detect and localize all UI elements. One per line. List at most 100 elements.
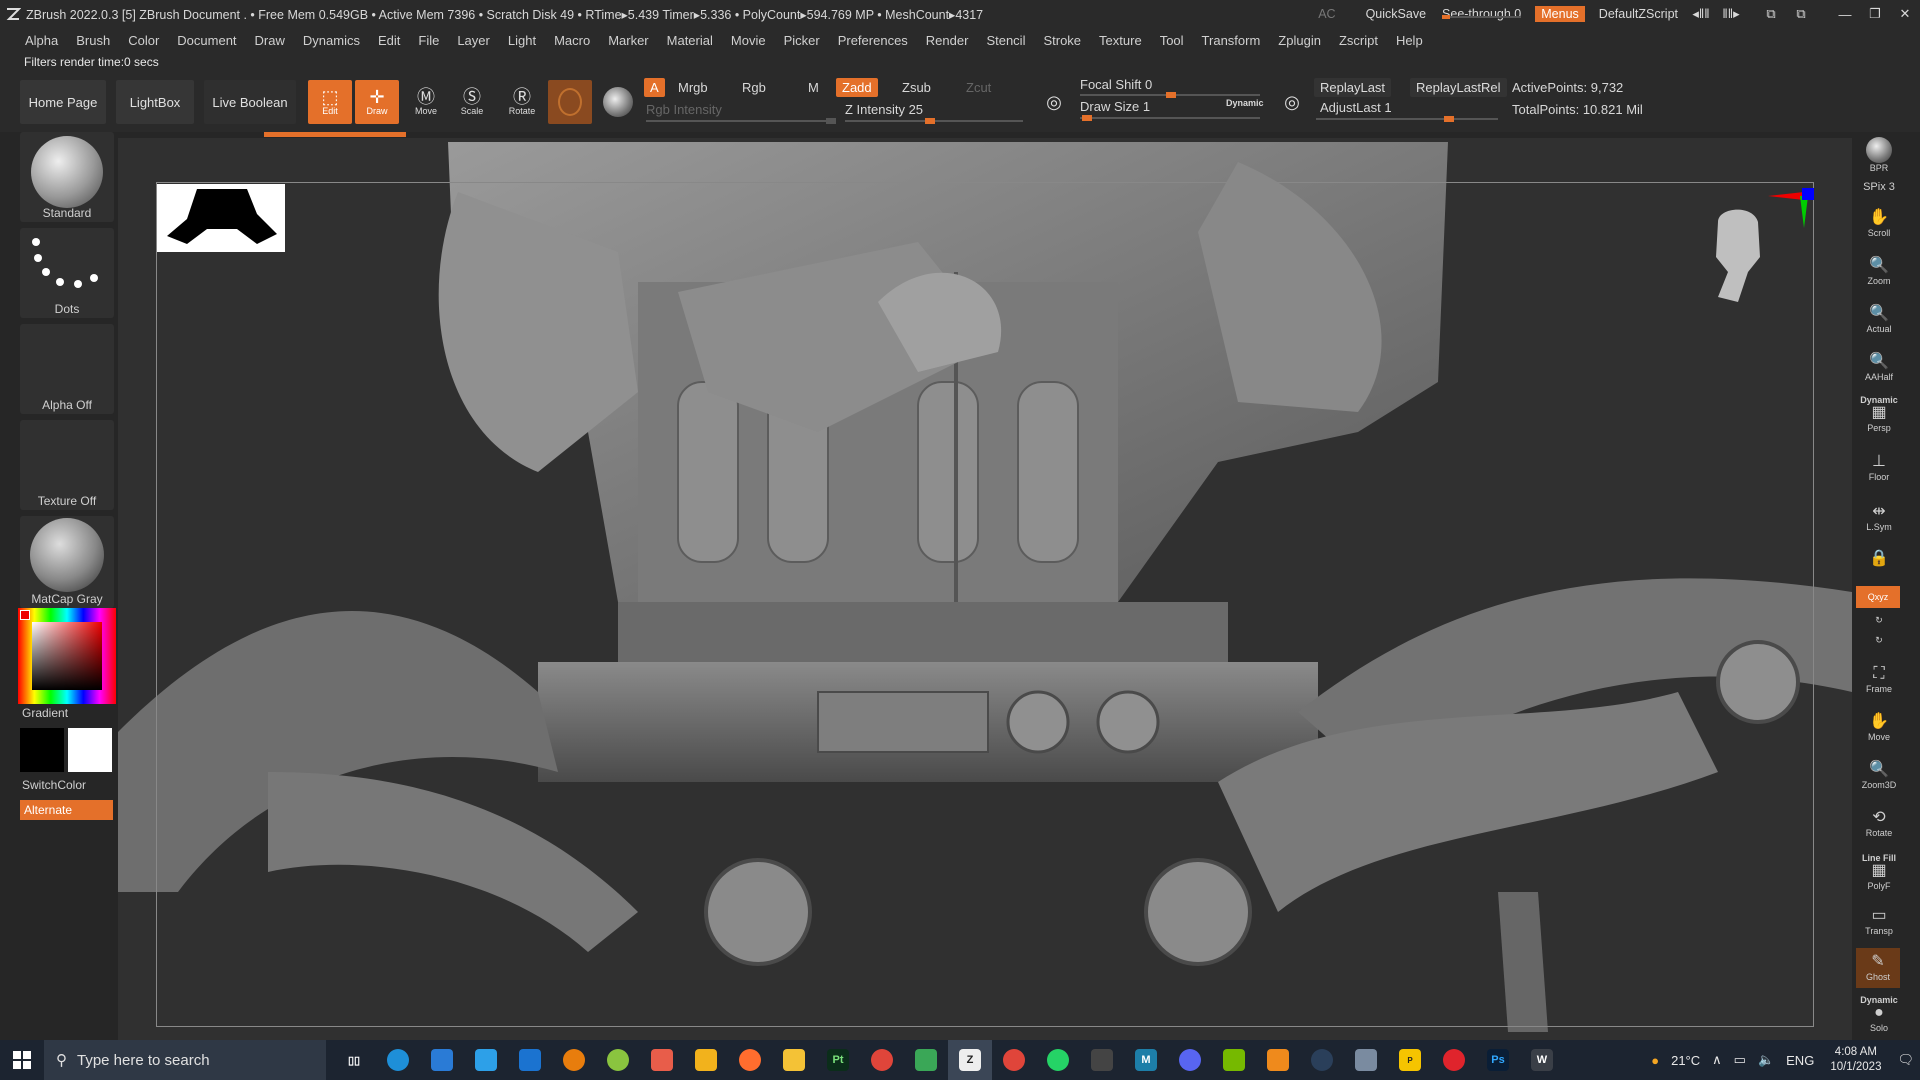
move-mode-button[interactable]: Ⓜ Move [404,80,448,124]
draw-size-slider[interactable] [1080,115,1260,121]
canvas-viewport[interactable] [118,132,1852,1040]
z-intensity-slider[interactable] [845,118,1023,124]
zcut-toggle[interactable]: Zcut [966,80,991,95]
frame-button[interactable]: ⛶ Frame [1858,660,1900,700]
bpr-button[interactable]: BPR [1858,134,1900,176]
rgb-intensity-slider[interactable] [646,118,836,124]
lazy-mouse-s-button[interactable]: ◎ [1032,80,1076,124]
replay-last-button[interactable]: ReplayLast [1314,78,1392,97]
thumbnail-navigator[interactable] [157,184,285,252]
layout-prev-icon[interactable]: ◂‖‖ [1686,6,1716,22]
menu-layer[interactable]: Layer [448,33,499,48]
menu-color[interactable]: Color [119,33,168,48]
scroll-button[interactable]: ✋ Scroll [1858,204,1900,244]
brush-standard-tile[interactable]: Standard [20,132,114,222]
menu-draw[interactable]: Draw [246,33,294,48]
lazy-mouse-d-button[interactable]: ◎ [1270,80,1314,124]
matcap-gray-tile[interactable]: MatCap Gray [20,516,114,608]
floor-button[interactable]: ⊥ Floor [1858,448,1900,488]
layout-next-icon[interactable]: ‖‖▸ [1716,6,1746,22]
transp-button[interactable]: ▭ Transp [1858,902,1900,942]
a-toggle[interactable]: A [644,78,665,97]
stroke-dots-tile[interactable]: Dots [20,228,114,318]
window-layout2-icon[interactable]: ⧉ [1786,6,1816,22]
xyz-rotate-toggle[interactable]: Qxyz [1856,586,1900,608]
replay-last-rel-button[interactable]: ReplayLastRel [1410,78,1507,97]
tray-expand-icon[interactable]: ∧ [1706,1052,1728,1068]
taskbar-search-box[interactable]: ⚲ Type here to search [44,1040,326,1080]
menus-toggle-button[interactable]: Menus [1535,6,1585,22]
weather-icon[interactable]: ● [1645,1053,1665,1068]
wacom-app[interactable]: W [1520,1040,1564,1080]
draw-mode-button[interactable]: ✛ Draw [355,80,399,124]
solo-button[interactable]: Dynamic ● Solo [1858,994,1900,1034]
secondary-color-swatch[interactable] [68,728,112,772]
menu-transform[interactable]: Transform [1193,33,1270,48]
scale-mode-button[interactable]: Ⓢ Scale [450,80,494,124]
rgb-toggle[interactable]: Rgb [742,80,766,95]
switch-color-button[interactable]: SwitchColor [22,778,86,792]
menu-render[interactable]: Render [917,33,978,48]
rotate-view-button[interactable]: ⟲ Rotate [1858,804,1900,844]
marmoset-app[interactable]: M [1124,1040,1168,1080]
notes-app[interactable] [464,1040,508,1080]
y-rotate-icon[interactable]: ↻ [1858,610,1900,630]
polyf-button[interactable]: Line Fill ▦ PolyF [1858,850,1900,894]
rotate-mode-button[interactable]: Ⓡ Rotate [500,80,544,124]
menu-document[interactable]: Document [168,33,245,48]
aahalf-button[interactable]: 🔍 AAHalf [1858,348,1900,388]
zadd-toggle[interactable]: Zadd [836,78,878,97]
menu-marker[interactable]: Marker [599,33,657,48]
zoom-button[interactable]: 🔍 Zoom [1858,252,1900,292]
m-toggle[interactable]: M [808,80,819,95]
brush-app[interactable] [684,1040,728,1080]
zoom3d-button[interactable]: 🔍 Zoom3D [1858,756,1900,796]
focal-shift-slider[interactable] [1080,92,1260,98]
alternate-button[interactable]: Alternate [20,800,113,820]
ghost-button[interactable]: ✎ Ghost [1856,948,1900,988]
menu-macro[interactable]: Macro [545,33,599,48]
chrome-app[interactable] [860,1040,904,1080]
task-view-button[interactable]: ▯▯ [332,1040,376,1080]
quicksave-button[interactable]: QuickSave [1358,7,1434,21]
lsym-button[interactable]: ⇹ L.Sym [1858,498,1900,538]
capture-app[interactable] [1080,1040,1124,1080]
blender-app[interactable] [552,1040,596,1080]
restore-icon[interactable]: ❐ [1860,6,1890,22]
xbox-app[interactable] [596,1040,640,1080]
player-app[interactable]: P [1388,1040,1432,1080]
close-icon[interactable]: ✕ [1890,6,1920,22]
menu-texture[interactable]: Texture [1090,33,1151,48]
spix-slider[interactable]: SPix 3 [1858,178,1900,196]
mail-app[interactable] [508,1040,552,1080]
main-color-swatch[interactable] [20,728,64,772]
photoshop-app[interactable]: Ps [1476,1040,1520,1080]
zbrush-app[interactable]: Z [948,1040,992,1080]
edge-app[interactable] [376,1040,420,1080]
gyro-button[interactable] [596,80,640,124]
menu-picker[interactable]: Picker [775,33,829,48]
window-layout-icon[interactable]: ⧉ [1756,6,1786,22]
ac-label[interactable]: AC [1310,7,1343,21]
zsub-toggle[interactable]: Zsub [902,80,931,95]
drive-app[interactable] [904,1040,948,1080]
menu-zplugin[interactable]: Zplugin [1269,33,1330,48]
menu-movie[interactable]: Movie [722,33,775,48]
weather-temp[interactable]: 21°C [1665,1053,1706,1068]
menu-material[interactable]: Material [658,33,722,48]
seethrough-slider[interactable]: See-through 0 [1434,7,1529,21]
store-app[interactable] [420,1040,464,1080]
axis-gizmo-icon[interactable] [1758,182,1818,242]
taskbar-clock[interactable]: 4:08 AM 10/1/2023 [1820,1045,1891,1075]
notifications-icon[interactable]: 🗨 [1891,1052,1920,1068]
home-page-button[interactable]: Home Page [20,80,106,124]
chrome2-app[interactable] [992,1040,1036,1080]
menu-file[interactable]: File [409,33,448,48]
substance-painter-app[interactable]: Pt [816,1040,860,1080]
menu-tool[interactable]: Tool [1151,33,1193,48]
move-view-button[interactable]: ✋ Move [1858,708,1900,748]
material-swatch-button[interactable] [548,80,592,124]
lightbox-button[interactable]: LightBox [116,80,194,124]
alpha-off-tile[interactable]: Alpha Off [20,324,114,414]
persp-button[interactable]: Dynamic ▦ Persp [1858,394,1900,434]
